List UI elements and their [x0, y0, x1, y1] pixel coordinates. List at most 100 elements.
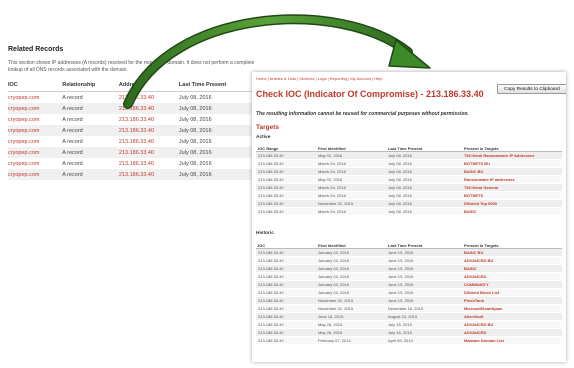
first-identified-cell: January 03, 2016 — [316, 280, 386, 289]
historic-label: Historic — [256, 231, 274, 236]
address-cell[interactable]: 213.186.33.40 — [119, 158, 179, 169]
table-row: cryopep.com A record 213.186.33.40 July 08,… — [8, 125, 258, 136]
table-row: 213.186.33.40 May 26, 2015 July 15, 2015 AD… — [256, 320, 562, 329]
target-cell[interactable]: DShield Top 9000 — [462, 199, 562, 208]
table-row: 213.186.33.40 May 02, 2016 July 08, 2016 Ra… — [256, 175, 562, 184]
target-cell[interactable]: TIICritical General — [462, 183, 562, 192]
last-time-present-cell: December 16, 2015 — [386, 304, 462, 313]
address-cell[interactable]: 213.186.33.40 — [119, 136, 179, 147]
table-row: cryopep.com A record 213.186.33.40 July 08,… — [8, 103, 258, 114]
page-title: Check IOC (Indicator Of Compromise) - 21… — [256, 89, 484, 99]
target-cell[interactable]: Ransomware IP addresses — [462, 175, 562, 184]
last-time-present-cell: July 08, 2016 — [386, 183, 462, 192]
ioc-cell[interactable]: cryopep.com — [8, 158, 62, 169]
table-row: 213.186.33.40 March 04, 2016 July 08, 2016… — [256, 191, 562, 200]
target-cell[interactable]: COMMUNITY — [462, 280, 562, 289]
target-cell[interactable]: DShield Block List — [462, 288, 562, 297]
last-time-present-cell: August 24, 2015 — [386, 312, 462, 321]
target-cell[interactable]: BOTNETS — [462, 191, 562, 200]
usage-warning: The resulting information cannot be reus… — [256, 111, 469, 117]
ioc-cell: 213.186.33.40 — [256, 296, 316, 305]
ioc-cell: 213.186.33.40 — [256, 288, 316, 297]
target-cell[interactable]: ADVANCED — [462, 328, 562, 337]
table-row: 213.186.33.40 March 04, 2016 July 08, 2016… — [256, 183, 562, 192]
table-row: 213.186.33.40 November 02, 2015 July 08, 2… — [256, 199, 562, 208]
ioc-cell: 213.186.33.40 — [256, 207, 316, 216]
first-identified-cell: January 03, 2016 — [316, 256, 386, 265]
check-ioc-page: Home | Articles & Lists | Services | Log… — [252, 72, 566, 362]
table-row: cryopep.com A record 213.186.33.40 July 08,… — [8, 158, 258, 169]
target-cell[interactable]: BASIC BU — [462, 248, 562, 257]
ioc-cell: 213.186.33.40 — [256, 336, 316, 345]
table-row: 213.186.33.40 January 03, 2016 June 19, 20… — [256, 264, 562, 273]
last-time-present-cell: June 19, 2016 — [386, 296, 462, 305]
relationship-cell: A record — [62, 94, 83, 101]
top-navigation[interactable]: Home | Articles & Lists | Services | Log… — [256, 76, 383, 81]
ioc-cell[interactable]: cryopep.com — [8, 147, 63, 158]
ioc-cell: 213.186.33.40 — [256, 175, 316, 184]
first-identified-cell: November 21, 2015 — [316, 304, 386, 313]
target-cell[interactable]: ADVANCED BU — [462, 320, 562, 329]
ioc-cell[interactable]: cryopep.com — [8, 92, 62, 104]
ioc-cell[interactable]: cryopep.com — [8, 136, 62, 147]
last-time-present-cell: June 19, 2016 — [386, 256, 462, 265]
table-row: 213.186.33.40 May 26, 2015 July 15, 2015 AD… — [256, 328, 562, 337]
relationship-cell: A record — [62, 125, 119, 136]
last-time-present-cell: July 08, 2016 — [386, 191, 462, 200]
related-records-title: Related Records — [8, 46, 64, 53]
target-cell[interactable]: MicrosoftScanSpam — [462, 304, 562, 313]
table-row: 213.186.33.40 January 03, 2016 June 19, 20… — [256, 288, 562, 297]
target-cell[interactable]: Malware Domain List — [462, 336, 562, 345]
target-cell[interactable]: AlienVault — [462, 312, 562, 321]
last-time-present-cell: June 19, 2016 — [386, 280, 462, 289]
first-identified-cell: May 02, 2016 — [316, 175, 386, 184]
ioc-cell: 213.186.33.40 — [256, 183, 316, 192]
last-time-present-cell: June 19, 2016 — [386, 264, 462, 273]
ioc-cell: 213.186.33.40 — [256, 328, 316, 337]
last-time-present-cell: July 08, 2016 — [178, 138, 212, 145]
last-time-present-cell: July 08, 2016 — [386, 151, 462, 160]
first-identified-cell: November 02, 2015 — [316, 296, 386, 305]
target-cell[interactable]: BASIC — [462, 264, 562, 273]
address-cell[interactable]: 213.186.33.40 — [118, 103, 179, 114]
relationship-cell: A record — [62, 147, 119, 158]
ioc-cell[interactable]: cryopep.com — [8, 103, 63, 114]
first-identified-cell: May 26, 2015 — [316, 320, 386, 329]
table-row: 213.186.33.40 March 04, 2016 July 08, 2016… — [256, 167, 562, 176]
copy-results-button[interactable]: Copy Results to Clipboard — [497, 84, 566, 94]
target-cell[interactable]: ADVANCED BU — [462, 256, 562, 265]
address-cell[interactable]: 213.186.33.40 — [119, 114, 179, 125]
ioc-cell: 213.186.33.40 — [256, 304, 316, 313]
address-cell[interactable]: 213.186.33.40 — [118, 147, 179, 158]
ioc-cell[interactable]: cryopep.com — [8, 169, 63, 180]
address-cell[interactable]: 213.186.33.40 — [119, 92, 179, 104]
ioc-cell[interactable]: cryopep.com — [8, 125, 63, 136]
ioc-cell: 213.186.33.40 — [256, 256, 316, 265]
active-targets-table: IOC Range First Identified Last Time Pre… — [256, 145, 562, 216]
target-cell[interactable]: TIICritical Ransomware IP Addresses — [462, 151, 562, 160]
ioc-cell[interactable]: cryopep.com — [8, 114, 62, 125]
address-cell[interactable]: 213.186.33.40 — [118, 169, 179, 180]
last-time-present-cell: July 08, 2016 — [178, 160, 212, 167]
target-cell[interactable]: ADVANCED — [462, 272, 562, 281]
target-cell[interactable]: BASIC — [462, 207, 562, 216]
related-records-section: Related Records This section shows IP ad… — [8, 46, 258, 180]
first-identified-cell: May 02, 2016 — [316, 151, 386, 160]
first-identified-cell: November 02, 2015 — [316, 199, 386, 208]
target-cell[interactable]: PhishTank — [462, 296, 562, 305]
ioc-cell: 213.186.33.40 — [256, 151, 316, 160]
table-row: 213.186.33.40 January 03, 2016 June 19, 20… — [256, 248, 562, 257]
related-records-description: This section shows IP addresses (A recor… — [8, 60, 255, 73]
target-cell[interactable]: BOTNETS BU — [462, 159, 562, 168]
address-cell[interactable]: 213.186.33.40 — [118, 125, 179, 136]
arrow-head — [388, 39, 431, 69]
table-row: 213.186.33.40 January 03, 2016 June 19, 20… — [256, 256, 562, 265]
relationship-cell: A record — [62, 160, 83, 167]
table-row: 213.186.33.40 March 04, 2016 July 08, 2016… — [256, 207, 562, 216]
target-cell[interactable]: BASIC BU — [462, 167, 562, 176]
table-row: cryopep.com A record 213.186.33.40 July 08,… — [8, 147, 258, 158]
last-time-present-cell: July 15, 2015 — [386, 320, 462, 329]
last-time-present-cell: July 08, 2016 — [178, 169, 258, 180]
table-row: 213.186.33.40 May 02, 2016 July 08, 2016 TI… — [256, 151, 562, 160]
last-time-present-cell: July 08, 2016 — [386, 207, 462, 216]
